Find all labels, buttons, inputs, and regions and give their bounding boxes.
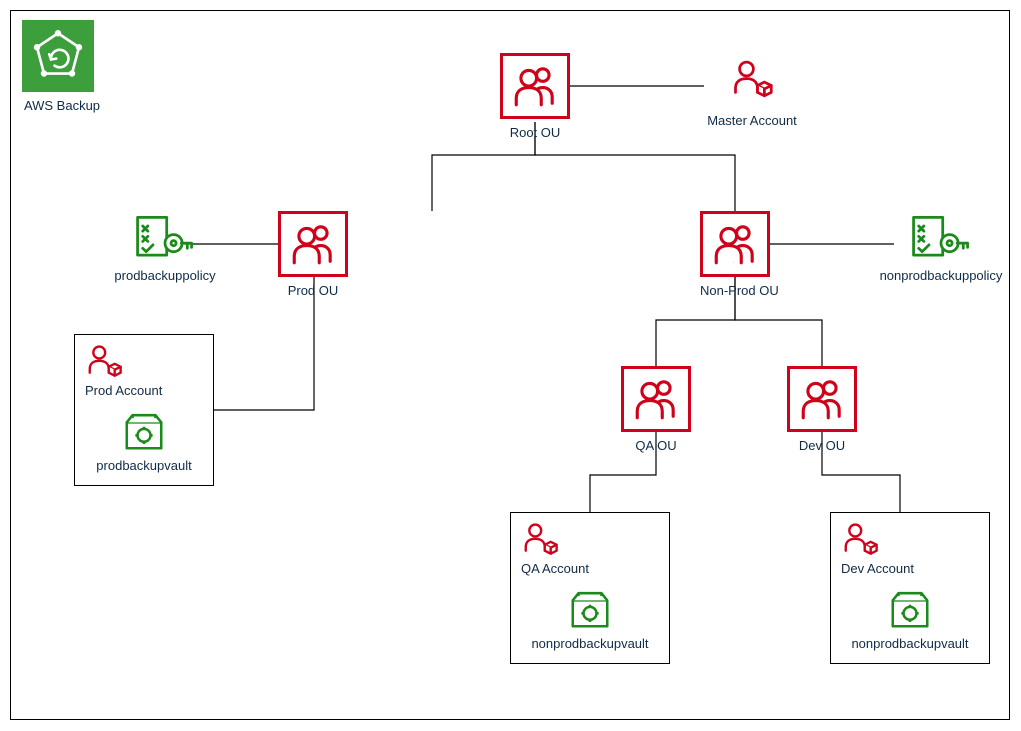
nonprod-policy-node: nonprodbackuppolicy [876, 214, 1006, 283]
account-icon [730, 58, 774, 102]
nonprod-ou-box [700, 211, 770, 277]
account-icon [85, 343, 123, 381]
prod-account-box: Prod Account prodbackupvault [74, 334, 214, 486]
nonprod-policy-label: nonprodbackuppolicy [880, 268, 1003, 283]
users-icon [631, 374, 681, 424]
qa-account-box: QA Account nonprodbackupvault [510, 512, 670, 664]
qa-ou-node: QA OU [621, 366, 691, 453]
dev-account-label: Dev Account [841, 561, 914, 576]
users-icon [510, 61, 560, 111]
policy-icon [134, 214, 196, 262]
dev-ou-box [787, 366, 857, 432]
diagram-canvas: AWS Backup Root OU Master Account Prod O… [0, 0, 1021, 731]
vault-icon [567, 586, 613, 632]
root-ou-label: Root OU [500, 125, 570, 140]
dev-account-box: Dev Account nonprodbackupvault [830, 512, 990, 664]
aws-backup-node: AWS Backup [22, 20, 102, 113]
prod-account-label: Prod Account [85, 383, 162, 398]
account-icon [521, 521, 559, 559]
aws-backup-label: AWS Backup [22, 98, 102, 113]
dev-ou-label: Dev OU [787, 438, 857, 453]
root-ou-node: Root OU [500, 53, 570, 140]
dev-ou-node: Dev OU [787, 366, 857, 453]
prod-policy-label: prodbackuppolicy [114, 268, 215, 283]
prod-vault-label: prodbackupvault [96, 458, 191, 473]
prod-ou-box [278, 211, 348, 277]
root-ou-box [500, 53, 570, 119]
prod-ou-node: Prod OU [278, 211, 348, 298]
qa-ou-box [621, 366, 691, 432]
account-icon [841, 521, 879, 559]
users-icon [288, 219, 338, 269]
aws-backup-icon [22, 20, 94, 92]
qa-ou-label: QA OU [621, 438, 691, 453]
users-icon [710, 219, 760, 269]
prod-ou-label: Prod OU [278, 283, 348, 298]
policy-icon [910, 214, 972, 262]
master-account-label: Master Account [704, 113, 800, 128]
prod-policy-node: prodbackuppolicy [110, 214, 220, 283]
qa-vault-label: nonprodbackupvault [531, 636, 648, 651]
dev-vault-label: nonprodbackupvault [851, 636, 968, 651]
master-account-node: Master Account [704, 58, 800, 128]
qa-account-label: QA Account [521, 561, 589, 576]
vault-icon [887, 586, 933, 632]
nonprod-ou-label: Non-Prod OU [700, 283, 770, 298]
users-icon [797, 374, 847, 424]
vault-icon [121, 408, 167, 454]
nonprod-ou-node: Non-Prod OU [700, 211, 770, 298]
